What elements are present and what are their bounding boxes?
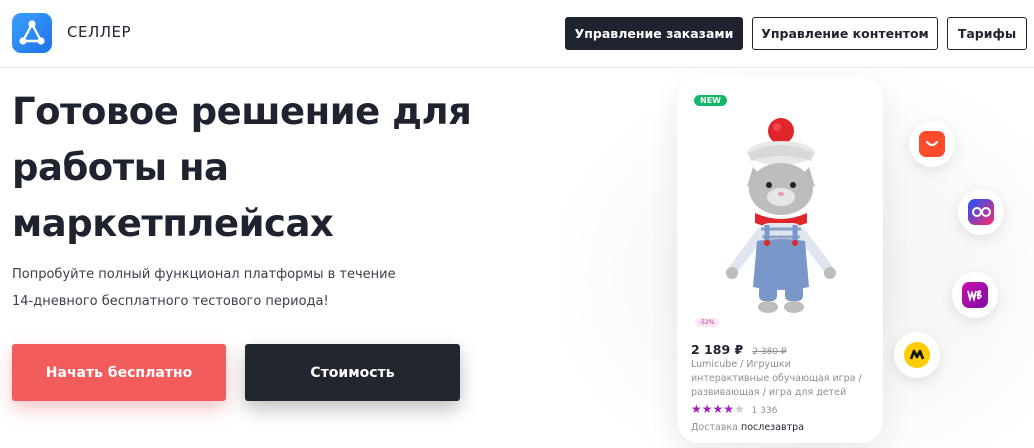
product-name-line: Lumicube / Игрушки (691, 359, 791, 370)
star-icon: ★ (712, 402, 724, 416)
product-name[interactable]: Lumicube / Игрушки интерактивные обучающ… (691, 358, 873, 400)
brand-name[interactable]: СЕЛЛЕР (67, 23, 131, 41)
star-icon: ★ (691, 402, 702, 416)
product-name-line: интерактивные обучающая игра / (691, 373, 862, 384)
delivery-date: послезавтра (741, 422, 805, 433)
current-price: 2 189 ₽ (691, 342, 744, 357)
hero-subtitle-line: Попробуйте полный функционал платформы в… (12, 267, 396, 282)
yandex-market-icon (894, 332, 940, 378)
hero-title-line: работы на (12, 146, 229, 189)
hero-title-line: Готовое решение для (12, 90, 472, 133)
delivery-info: Доставка послезавтра (691, 422, 804, 433)
product-name-line: развивающая / игра для детей (691, 387, 847, 398)
nav-content-button[interactable]: Управление контентом (752, 17, 938, 50)
star-icon: ★ (701, 402, 713, 416)
review-count: 1 336 (751, 406, 778, 416)
aliexpress-icon (909, 121, 955, 167)
delivery-label: Доставка (691, 422, 738, 433)
nav-pricing-button[interactable]: Тарифы (947, 17, 1027, 50)
star-empty-icon: ★ (734, 402, 745, 416)
logo-icon[interactable] (12, 13, 52, 53)
price-row: 2 189 ₽ 2 380 ₽ (691, 339, 787, 358)
product-image (726, 118, 836, 313)
pricing-button[interactable]: Стоимость (245, 344, 460, 401)
ozon-icon (958, 189, 1004, 235)
site-header: СЕЛЛЕР Управление заказами Управление ко… (0, 0, 1034, 68)
product-card[interactable]: NEW -52% 2 189 ₽ 2 380 ₽ Lumicube / Игру… (677, 77, 883, 443)
start-free-button[interactable]: Начать бесплатно (12, 344, 226, 401)
hero-subtitle-line: 14-дневного бесплатного тестового период… (12, 294, 329, 309)
rating: ★★★★★ 1 336 (691, 402, 777, 416)
old-price: 2 380 ₽ (752, 347, 787, 357)
new-badge: NEW (694, 95, 727, 106)
star-icon: ★ (723, 402, 735, 416)
nav-orders-button[interactable]: Управление заказами (565, 17, 743, 50)
hero-title-line: маркетплейсах (12, 202, 334, 245)
hero-subtitle: Попробуйте полный функционал платформы в… (12, 261, 482, 315)
wildberries-icon (952, 272, 998, 318)
hero-title: Готовое решение для работы на маркетплей… (12, 84, 512, 252)
discount-badge: -52% (695, 318, 719, 327)
